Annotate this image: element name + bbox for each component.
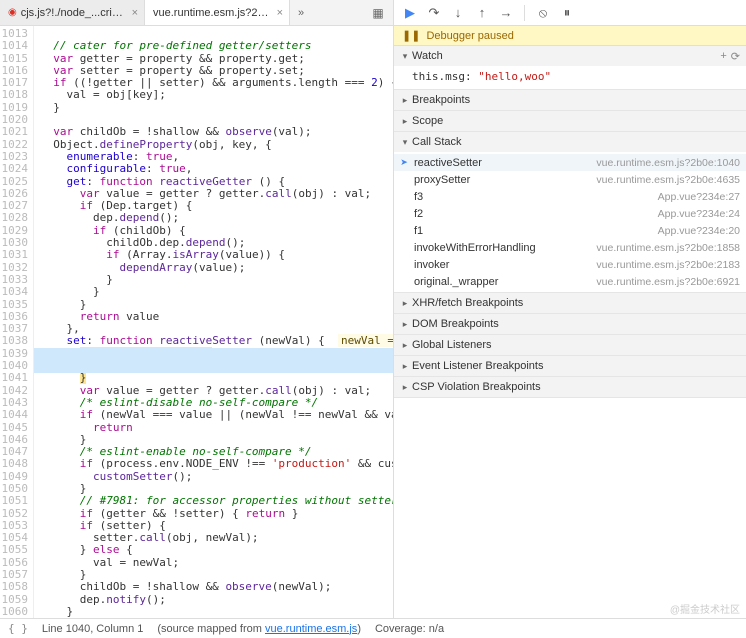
sidebar-toggle-icon[interactable]: ▦ xyxy=(369,4,387,22)
cursor-position: Line 1040, Column 1 xyxy=(42,623,144,635)
stack-frame[interactable]: f1 App.vue?234e:20 xyxy=(394,222,746,239)
code-editor[interactable]: 1013101410151016101710181019102010211022… xyxy=(0,26,393,618)
frame-fn: f2 xyxy=(410,208,423,220)
watch-value: "hello,woo" xyxy=(478,70,551,83)
disclosure-icon: ▸ xyxy=(400,340,410,351)
frame-loc: vue.runtime.esm.js?2b0e:6921 xyxy=(596,276,740,288)
watermark: @掘金技术社区 xyxy=(670,601,740,616)
more-tabs-icon[interactable]: » xyxy=(290,7,312,19)
editor-tabs: ◉ cjs.js?!./node_...cript&lang=js& × vue… xyxy=(0,0,393,26)
global-listeners-header[interactable]: ▸Global Listeners xyxy=(394,335,746,355)
stack-frame[interactable]: ➤reactiveSetter vue.runtime.esm.js?2b0e:1… xyxy=(394,154,746,171)
debugger-toolbar: ▶ ↷ ↓ ↑ → ⦸ ⏸ xyxy=(394,0,746,26)
source-map-info: (source mapped from vue.runtime.esm.js) xyxy=(157,623,361,635)
watch-header[interactable]: ▾ Watch + ⟳ xyxy=(394,46,746,66)
tab-label: vue.runtime.esm.js?2b0e xyxy=(153,7,272,19)
deactivate-breakpoints-button[interactable]: ⦸ xyxy=(533,3,553,23)
source-map-link[interactable]: vue.runtime.esm.js xyxy=(265,623,357,635)
breakpoints-header[interactable]: ▸Breakpoints xyxy=(394,90,746,110)
frame-loc: App.vue?234e:20 xyxy=(658,225,740,237)
add-watch-icon[interactable]: + xyxy=(720,50,726,63)
frame-fn: original._wrapper xyxy=(410,276,498,288)
disclosure-icon: ▸ xyxy=(400,116,410,127)
step-button[interactable]: → xyxy=(496,3,516,23)
frame-loc: vue.runtime.esm.js?2b0e:4635 xyxy=(596,174,740,186)
close-icon[interactable]: × xyxy=(132,7,138,19)
dom-breakpoints-header[interactable]: ▸DOM Breakpoints xyxy=(394,314,746,334)
error-icon: ◉ xyxy=(8,7,17,18)
frame-fn: invokeWithErrorHandling xyxy=(410,242,536,254)
callstack-body: ➤reactiveSetter vue.runtime.esm.js?2b0e:1… xyxy=(394,152,746,292)
banner-text: Debugger paused xyxy=(426,30,513,42)
frame-loc: App.vue?234e:24 xyxy=(658,208,740,220)
event-breakpoints-header[interactable]: ▸Event Listener Breakpoints xyxy=(394,356,746,376)
frame-loc: vue.runtime.esm.js?2b0e:1040 xyxy=(596,157,740,169)
callstack-header[interactable]: ▾Call Stack xyxy=(394,132,746,152)
frame-fn: invoker xyxy=(410,259,449,271)
stack-frame[interactable]: f2 App.vue?234e:24 xyxy=(394,205,746,222)
step-into-button[interactable]: ↓ xyxy=(448,3,468,23)
frame-fn: f3 xyxy=(410,191,423,203)
watch-expr: this.msg xyxy=(412,70,465,83)
coverage-info: Coverage: n/a xyxy=(375,623,738,635)
disclosure-icon: ▸ xyxy=(400,361,410,372)
stack-frame[interactable]: f3 App.vue?234e:27 xyxy=(394,188,746,205)
watch-title: Watch xyxy=(412,50,443,62)
disclosure-icon: ▸ xyxy=(400,298,410,309)
disclosure-icon: ▸ xyxy=(400,95,410,106)
disclosure-icon: ▸ xyxy=(400,382,410,393)
frame-loc: vue.runtime.esm.js?2b0e:1858 xyxy=(596,242,740,254)
frame-fn: proxySetter xyxy=(410,174,470,186)
step-over-button[interactable]: ↷ xyxy=(424,3,444,23)
close-icon[interactable]: × xyxy=(277,7,283,19)
refresh-watch-icon[interactable]: ⟳ xyxy=(731,50,740,63)
stack-frame[interactable]: proxySetter vue.runtime.esm.js?2b0e:4635 xyxy=(394,171,746,188)
stack-frame[interactable]: original._wrapper vue.runtime.esm.js?2b0e… xyxy=(394,273,746,290)
line-gutter: 1013101410151016101710181019102010211022… xyxy=(0,26,34,618)
disclosure-icon: ▾ xyxy=(400,137,410,148)
xhr-breakpoints-header[interactable]: ▸XHR/fetch Breakpoints xyxy=(394,293,746,313)
tab-label: cjs.js?!./node_...cript&lang=js& xyxy=(21,7,127,19)
file-tab-0[interactable]: ◉ cjs.js?!./node_...cript&lang=js& × xyxy=(0,0,145,25)
csp-breakpoints-header[interactable]: ▸CSP Violation Breakpoints xyxy=(394,377,746,397)
frame-loc: vue.runtime.esm.js?2b0e:2183 xyxy=(596,259,740,271)
frame-loc: App.vue?234e:27 xyxy=(658,191,740,203)
disclosure-icon: ▸ xyxy=(400,319,410,330)
debugger-paused-banner: ❚❚ Debugger paused xyxy=(394,26,746,46)
step-out-button[interactable]: ↑ xyxy=(472,3,492,23)
current-frame-icon: ➤ xyxy=(398,157,410,168)
frame-fn: reactiveSetter xyxy=(410,157,482,169)
stack-frame[interactable]: invokeWithErrorHandling vue.runtime.esm.j… xyxy=(394,239,746,256)
resume-button[interactable]: ▶ xyxy=(400,3,420,23)
pause-icon: ❚❚ xyxy=(402,29,420,42)
scope-header[interactable]: ▸Scope xyxy=(394,111,746,131)
pause-on-exceptions-button[interactable]: ⏸ xyxy=(557,3,577,23)
frame-fn: f1 xyxy=(410,225,423,237)
bracket-icon[interactable]: { } xyxy=(8,622,28,635)
stack-frame[interactable]: invoker vue.runtime.esm.js?2b0e:2183 xyxy=(394,256,746,273)
status-bar: { } Line 1040, Column 1 (source mapped f… xyxy=(0,618,746,638)
disclosure-icon: ▾ xyxy=(400,51,410,62)
watch-expression[interactable]: this.msg: "hello,woo" xyxy=(394,66,746,89)
code-content: // cater for pre-defined getter/setters … xyxy=(34,26,393,618)
file-tab-1[interactable]: vue.runtime.esm.js?2b0e × xyxy=(145,0,290,25)
